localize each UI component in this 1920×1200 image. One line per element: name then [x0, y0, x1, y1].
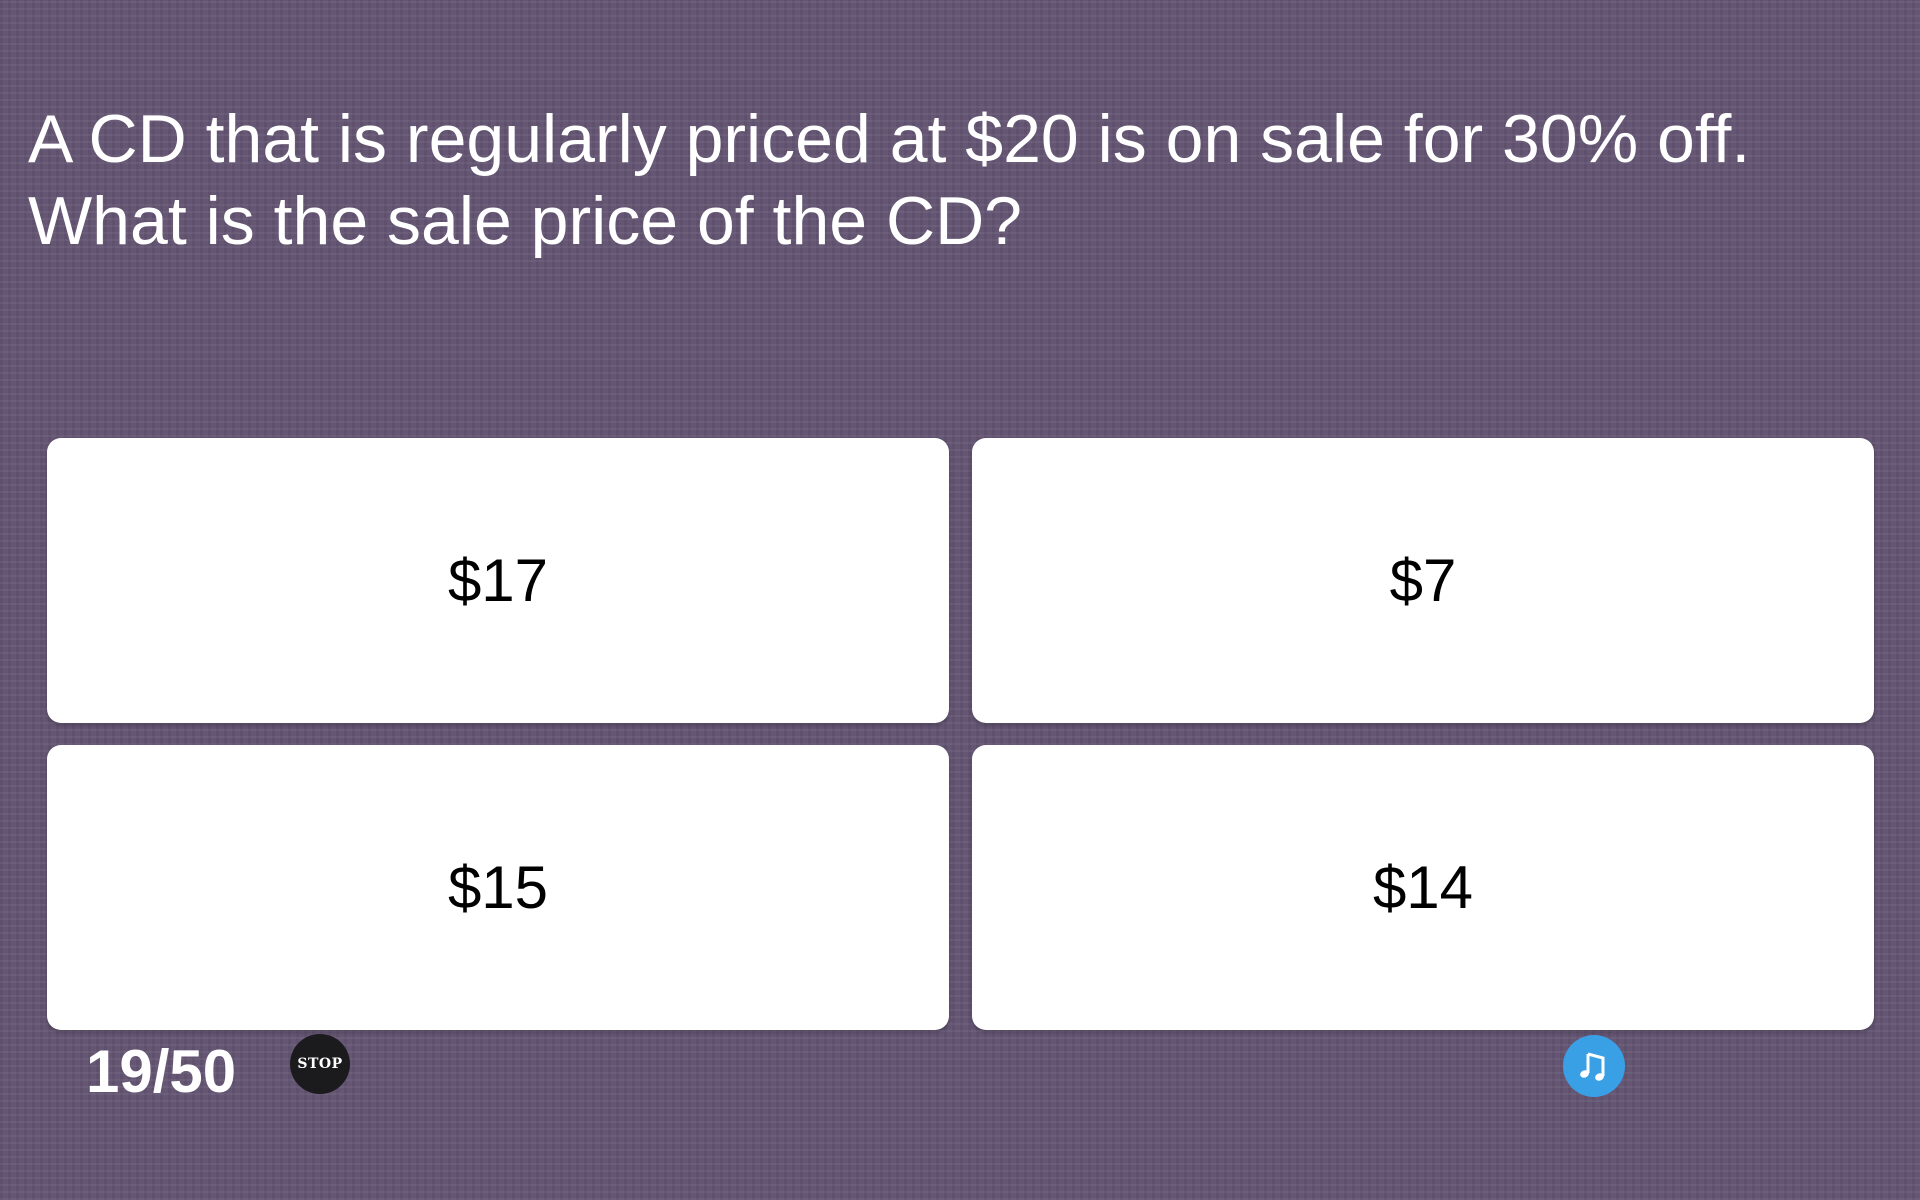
answer-option-c[interactable]: $15	[47, 745, 949, 1030]
music-note-icon	[1580, 1052, 1605, 1081]
answer-label: $7	[1389, 547, 1457, 614]
answer-option-d[interactable]: $14	[972, 745, 1874, 1030]
answer-option-a[interactable]: $17	[47, 438, 949, 723]
answer-label: $15	[447, 854, 549, 921]
stop-button[interactable]: STOP	[290, 1034, 350, 1094]
answer-option-b[interactable]: $7	[972, 438, 1874, 723]
answer-label: $14	[1372, 854, 1474, 921]
music-toggle-button[interactable]	[1563, 1035, 1625, 1097]
answer-label: $17	[447, 547, 549, 614]
stop-label: STOP	[297, 1056, 343, 1072]
question-progress: 19/50	[86, 1038, 237, 1105]
question-text: A CD that is regularly priced at $20 is …	[28, 101, 1751, 259]
